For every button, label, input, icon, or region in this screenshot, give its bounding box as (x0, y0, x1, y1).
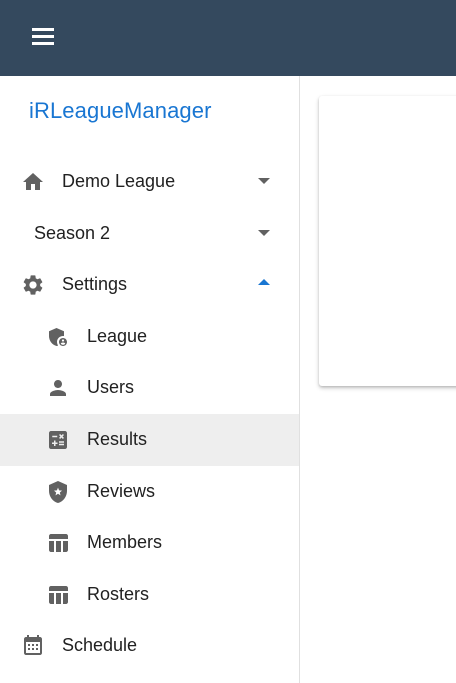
app-bar (0, 0, 456, 76)
sidebar-item-label: Rosters (87, 584, 150, 604)
sidebar-item-label: Users (87, 377, 135, 397)
league-select-label: Demo League (62, 171, 176, 191)
chevron-down-icon (258, 178, 270, 184)
sidebar-item-label: Members (87, 532, 163, 552)
sidebar-item-label: Results (87, 429, 148, 449)
sidebar-item-label: League (87, 326, 148, 346)
season-select-label: Season 2 (34, 223, 111, 243)
home-icon (21, 170, 45, 194)
sidebar-item-members[interactable]: Members (0, 517, 299, 569)
calendar-icon (21, 634, 45, 658)
nav-drawer: iRLeagueManager Demo League Season 2 Set… (0, 76, 300, 683)
sidebar-item-schedule[interactable]: Schedule (0, 620, 299, 672)
table-icon (46, 531, 70, 555)
season-select[interactable]: Season 2 (0, 208, 299, 260)
sidebar-item-settings[interactable]: Settings (0, 259, 299, 311)
calculator-icon (46, 428, 70, 452)
shield-account-icon (46, 325, 70, 349)
shield-star-icon (46, 480, 70, 504)
menu-icon[interactable] (22, 22, 64, 52)
table-icon (46, 583, 70, 607)
chevron-down-icon (258, 230, 270, 236)
sidebar-item-reviews[interactable]: Reviews (0, 466, 299, 518)
content-card (319, 96, 456, 386)
league-select[interactable]: Demo League (0, 156, 299, 208)
sidebar-item-results[interactable]: Results (0, 414, 299, 466)
chevron-up-icon (258, 279, 270, 285)
sidebar-item-settings-label: Settings (62, 274, 128, 294)
gear-icon (21, 273, 45, 297)
sidebar-item-rosters[interactable]: Rosters (0, 569, 299, 621)
sidebar-item-label: Reviews (87, 481, 156, 501)
person-icon (46, 376, 70, 400)
sidebar-item-label: Schedule (62, 635, 138, 655)
sidebar-item-users[interactable]: Users (0, 362, 299, 414)
sidebar-item-league[interactable]: League (0, 311, 299, 363)
brand-title[interactable]: iRLeagueManager (29, 98, 212, 124)
